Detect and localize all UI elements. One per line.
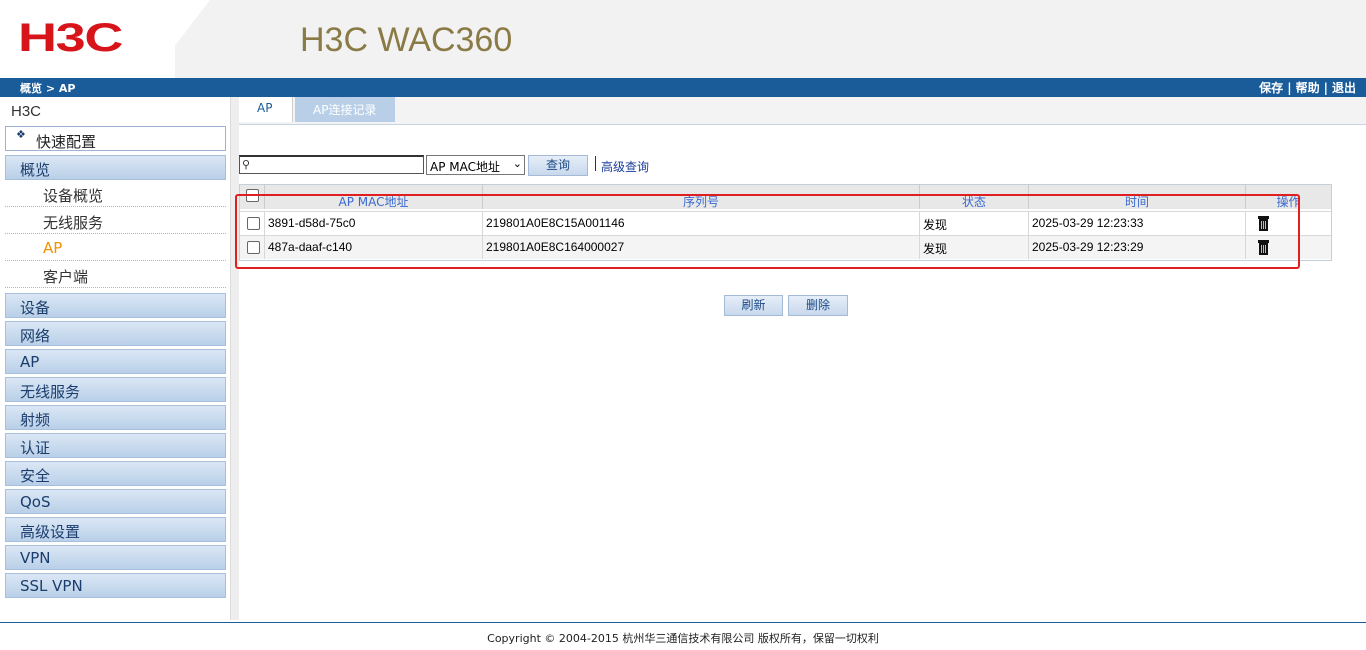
sidebar-item-label: 无线服务	[43, 214, 104, 232]
search-input[interactable]	[252, 157, 420, 173]
sidebar-item-qos[interactable]: QoS	[5, 489, 226, 514]
sidebar-item-label: 客户端	[43, 268, 89, 286]
sidebar-item-label: 快速配置	[36, 133, 97, 151]
tab-label: AP	[257, 101, 273, 115]
tab-ap[interactable]: AP	[239, 97, 293, 122]
sidebar-item-label: VPN	[20, 549, 51, 567]
sidebar-item-wireless-service[interactable]: 无线服务	[5, 377, 226, 402]
sidebar-item-network[interactable]: 网络	[5, 321, 226, 346]
sidebar-item-quick-config[interactable]: ❖ 快速配置	[5, 126, 226, 151]
logout-link[interactable]: 退出	[1332, 81, 1356, 95]
footer-copyright: Copyright © 2004-2015 杭州华三通信技术有限公司 版权所有，…	[487, 632, 879, 645]
refresh-button[interactable]: 刷新	[724, 295, 783, 316]
header: H3C H3C WAC360	[0, 0, 1366, 78]
sidebar-subitem-ap[interactable]: AP	[5, 235, 226, 261]
sidebar-item-label: AP	[43, 239, 63, 257]
sidebar-item-label: 网络	[20, 327, 51, 345]
sidebar-item-label: 概览	[20, 161, 51, 179]
sidebar-item-label: SSL VPN	[20, 577, 83, 595]
sidebar-item-label: 设备	[20, 299, 51, 317]
sidebar-item-label: 认证	[20, 439, 51, 457]
help-link[interactable]: 帮助	[1296, 81, 1320, 95]
sidebar-item-security[interactable]: 安全	[5, 461, 226, 486]
link-separator: |	[1287, 81, 1292, 95]
save-link[interactable]: 保存	[1259, 81, 1283, 95]
sidebar-item-label: 无线服务	[20, 383, 81, 401]
sidebar-item-overview[interactable]: 概览	[5, 155, 226, 180]
highlight-box	[235, 194, 1300, 269]
query-button[interactable]: 查询	[528, 155, 588, 176]
sidebar-item-label: QoS	[20, 493, 51, 511]
search-icon: ⚲	[242, 158, 251, 171]
sidebar-gutter	[231, 97, 239, 620]
sidebar-item-advanced[interactable]: 高级设置	[5, 517, 226, 542]
sidebar-item-device[interactable]: 设备	[5, 293, 226, 318]
sidebar-item-label: 安全	[20, 467, 51, 485]
sidebar-item-vpn[interactable]: VPN	[5, 545, 226, 570]
sidebar-item-ap[interactable]: AP	[5, 349, 226, 374]
sidebar-item-label: 射频	[20, 411, 51, 429]
sidebar: H3C ❖ 快速配置 概览 设备概览 无线服务 AP 客户端 设备 网络 AP …	[0, 97, 231, 620]
sidebar-item-label: 设备概览	[43, 187, 104, 205]
main-content: AP AP连接记录 ⚲ AP MAC地址 ⌄ 查询 高级查询 AP MAC地址 …	[235, 97, 1366, 620]
divider	[595, 156, 596, 171]
sidebar-subitem-wireless-service[interactable]: 无线服务	[5, 208, 226, 234]
chevron-down-icon: ⌄	[512, 157, 522, 170]
search-box: ⚲	[239, 155, 424, 174]
product-title: H3C WAC360	[300, 21, 513, 59]
select-value: AP MAC地址	[430, 160, 500, 174]
breadcrumb: 概览 > AP	[20, 82, 76, 95]
diamond-icon: ❖	[16, 128, 26, 141]
delete-button[interactable]: 删除	[788, 295, 848, 316]
sidebar-subitem-client[interactable]: 客户端	[5, 262, 226, 288]
advanced-query-link[interactable]: 高级查询	[601, 158, 649, 175]
sidebar-root[interactable]: H3C	[11, 103, 41, 120]
sidebar-item-auth[interactable]: 认证	[5, 433, 226, 458]
top-nav-bar: 概览 > AP 保存 | 帮助 | 退出	[0, 78, 1366, 97]
brand-logo: H3C	[18, 16, 123, 60]
sidebar-item-ssl-vpn[interactable]: SSL VPN	[5, 573, 226, 598]
sidebar-item-label: 高级设置	[20, 523, 81, 541]
tab-bar: AP AP连接记录	[239, 97, 1366, 125]
top-links: 保存 | 帮助 | 退出	[1259, 81, 1356, 95]
sidebar-item-label: AP	[20, 353, 40, 371]
link-separator: |	[1323, 81, 1328, 95]
tab-label: AP连接记录	[313, 103, 377, 117]
tab-ap-connection-log[interactable]: AP连接记录	[295, 97, 395, 122]
sidebar-subitem-device-overview[interactable]: 设备概览	[5, 181, 226, 207]
search-field-select[interactable]: AP MAC地址 ⌄	[426, 155, 525, 175]
header-slant	[150, 0, 210, 78]
footer-divider	[0, 622, 1366, 623]
sidebar-item-radio[interactable]: 射频	[5, 405, 226, 430]
